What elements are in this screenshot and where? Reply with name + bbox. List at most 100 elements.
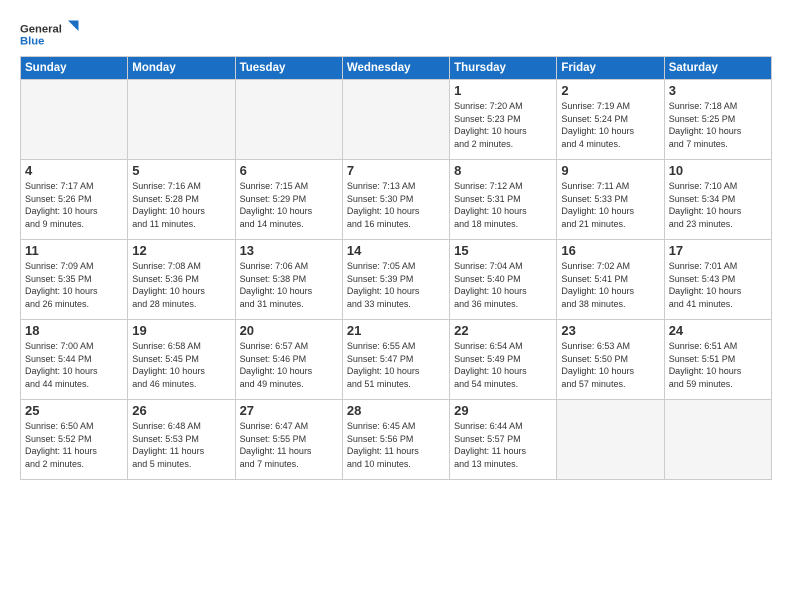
- calendar-cell: 24 Sunrise: 6:51 AM Sunset: 5:51 PM Dayli…: [664, 320, 771, 400]
- calendar-cell: 10Sunrise: 7:10 AM Sunset: 5:34 PM Dayli…: [664, 160, 771, 240]
- day-info: Sunrise: 7:05 AM Sunset: 5:39 PM Dayligh…: [347, 260, 445, 310]
- logo: General Blue: [20, 16, 80, 52]
- day-info: Sunrise: 7:11 AM Sunset: 5:33 PM Dayligh…: [561, 180, 659, 230]
- calendar-cell: 26 Sunrise: 6:48 AM Sunset: 5:53 PM Dayli…: [128, 400, 235, 480]
- day-info: Sunrise: 6:50 AM Sunset: 5:52 PM Dayligh…: [25, 420, 123, 470]
- calendar-cell: 16 Sunrise: 7:02 AM Sunset: 5:41 PM Dayli…: [557, 240, 664, 320]
- calendar-cell: 2 Sunrise: 7:19 AM Sunset: 5:24 PM Daylig…: [557, 80, 664, 160]
- day-info: Sunrise: 6:58 AM Sunset: 5:45 PM Dayligh…: [132, 340, 230, 390]
- day-number: 27: [240, 403, 338, 418]
- day-number: 15: [454, 243, 552, 258]
- day-number: 18: [25, 323, 123, 338]
- calendar-cell: 6 Sunrise: 7:15 AM Sunset: 5:29 PM Daylig…: [235, 160, 342, 240]
- day-info: Sunrise: 7:08 AM Sunset: 5:36 PM Dayligh…: [132, 260, 230, 310]
- day-number: 23: [561, 323, 659, 338]
- calendar-week-row: 11 Sunrise: 7:09 AM Sunset: 5:35 PM Dayli…: [21, 240, 772, 320]
- calendar-cell: [342, 80, 449, 160]
- day-number: 17: [669, 243, 767, 258]
- day-number: 13: [240, 243, 338, 258]
- calendar-day-header: Sunday: [21, 57, 128, 80]
- day-info: Sunrise: 7:12 AM Sunset: 5:31 PM Dayligh…: [454, 180, 552, 230]
- calendar-day-header: Wednesday: [342, 57, 449, 80]
- day-info: Sunrise: 6:53 AM Sunset: 5:50 PM Dayligh…: [561, 340, 659, 390]
- calendar-cell: 7Sunrise: 7:13 AM Sunset: 5:30 PM Daylig…: [342, 160, 449, 240]
- day-info: Sunrise: 7:15 AM Sunset: 5:29 PM Dayligh…: [240, 180, 338, 230]
- calendar-cell: 11 Sunrise: 7:09 AM Sunset: 5:35 PM Dayli…: [21, 240, 128, 320]
- day-number: 26: [132, 403, 230, 418]
- day-number: 20: [240, 323, 338, 338]
- calendar-cell: 21 Sunrise: 6:55 AM Sunset: 5:47 PM Dayli…: [342, 320, 449, 400]
- svg-text:General: General: [20, 24, 62, 36]
- day-number: 24: [669, 323, 767, 338]
- calendar-cell: 9Sunrise: 7:11 AM Sunset: 5:33 PM Daylig…: [557, 160, 664, 240]
- day-info: Sunrise: 7:20 AM Sunset: 5:23 PM Dayligh…: [454, 100, 552, 150]
- calendar-cell: 19 Sunrise: 6:58 AM Sunset: 5:45 PM Dayli…: [128, 320, 235, 400]
- calendar: SundayMondayTuesdayWednesdayThursdayFrid…: [20, 56, 772, 480]
- calendar-header-row: SundayMondayTuesdayWednesdayThursdayFrid…: [21, 57, 772, 80]
- day-number: 8: [454, 163, 552, 178]
- day-number: 5: [132, 163, 230, 178]
- calendar-cell: 13 Sunrise: 7:06 AM Sunset: 5:38 PM Dayli…: [235, 240, 342, 320]
- calendar-day-header: Tuesday: [235, 57, 342, 80]
- day-number: 3: [669, 83, 767, 98]
- calendar-day-header: Thursday: [450, 57, 557, 80]
- day-info: Sunrise: 6:45 AM Sunset: 5:56 PM Dayligh…: [347, 420, 445, 470]
- calendar-week-row: 25Sunrise: 6:50 AM Sunset: 5:52 PM Dayli…: [21, 400, 772, 480]
- day-info: Sunrise: 6:44 AM Sunset: 5:57 PM Dayligh…: [454, 420, 552, 470]
- day-info: Sunrise: 7:16 AM Sunset: 5:28 PM Dayligh…: [132, 180, 230, 230]
- day-info: Sunrise: 7:18 AM Sunset: 5:25 PM Dayligh…: [669, 100, 767, 150]
- day-number: 1: [454, 83, 552, 98]
- calendar-cell: 15 Sunrise: 7:04 AM Sunset: 5:40 PM Dayli…: [450, 240, 557, 320]
- day-number: 28: [347, 403, 445, 418]
- calendar-week-row: 1 Sunrise: 7:20 AM Sunset: 5:23 PM Daylig…: [21, 80, 772, 160]
- day-info: Sunrise: 7:06 AM Sunset: 5:38 PM Dayligh…: [240, 260, 338, 310]
- day-info: Sunrise: 6:48 AM Sunset: 5:53 PM Dayligh…: [132, 420, 230, 470]
- day-number: 10: [669, 163, 767, 178]
- calendar-cell: 18Sunrise: 7:00 AM Sunset: 5:44 PM Dayli…: [21, 320, 128, 400]
- calendar-week-row: 18Sunrise: 7:00 AM Sunset: 5:44 PM Dayli…: [21, 320, 772, 400]
- day-info: Sunrise: 7:04 AM Sunset: 5:40 PM Dayligh…: [454, 260, 552, 310]
- day-info: Sunrise: 6:51 AM Sunset: 5:51 PM Dayligh…: [669, 340, 767, 390]
- calendar-day-header: Friday: [557, 57, 664, 80]
- day-number: 6: [240, 163, 338, 178]
- day-info: Sunrise: 6:57 AM Sunset: 5:46 PM Dayligh…: [240, 340, 338, 390]
- calendar-cell: [557, 400, 664, 480]
- calendar-cell: 12 Sunrise: 7:08 AM Sunset: 5:36 PM Dayli…: [128, 240, 235, 320]
- calendar-cell: [21, 80, 128, 160]
- header: General Blue: [20, 16, 772, 52]
- calendar-cell: [235, 80, 342, 160]
- day-info: Sunrise: 7:09 AM Sunset: 5:35 PM Dayligh…: [25, 260, 123, 310]
- page: General Blue SundayMondayTuesdayWednesda…: [0, 0, 792, 490]
- day-number: 22: [454, 323, 552, 338]
- day-number: 19: [132, 323, 230, 338]
- calendar-cell: [128, 80, 235, 160]
- day-info: Sunrise: 6:55 AM Sunset: 5:47 PM Dayligh…: [347, 340, 445, 390]
- day-number: 2: [561, 83, 659, 98]
- calendar-cell: 8 Sunrise: 7:12 AM Sunset: 5:31 PM Daylig…: [450, 160, 557, 240]
- calendar-cell: 17 Sunrise: 7:01 AM Sunset: 5:43 PM Dayli…: [664, 240, 771, 320]
- calendar-day-header: Saturday: [664, 57, 771, 80]
- day-number: 16: [561, 243, 659, 258]
- calendar-cell: 20 Sunrise: 6:57 AM Sunset: 5:46 PM Dayli…: [235, 320, 342, 400]
- calendar-cell: 25Sunrise: 6:50 AM Sunset: 5:52 PM Dayli…: [21, 400, 128, 480]
- day-number: 12: [132, 243, 230, 258]
- calendar-day-header: Monday: [128, 57, 235, 80]
- day-info: Sunrise: 7:01 AM Sunset: 5:43 PM Dayligh…: [669, 260, 767, 310]
- day-number: 21: [347, 323, 445, 338]
- calendar-cell: [664, 400, 771, 480]
- calendar-cell: 3 Sunrise: 7:18 AM Sunset: 5:25 PM Daylig…: [664, 80, 771, 160]
- calendar-cell: 14 Sunrise: 7:05 AM Sunset: 5:39 PM Dayli…: [342, 240, 449, 320]
- day-number: 14: [347, 243, 445, 258]
- calendar-cell: 4Sunrise: 7:17 AM Sunset: 5:26 PM Daylig…: [21, 160, 128, 240]
- day-info: Sunrise: 7:02 AM Sunset: 5:41 PM Dayligh…: [561, 260, 659, 310]
- calendar-cell: 23 Sunrise: 6:53 AM Sunset: 5:50 PM Dayli…: [557, 320, 664, 400]
- day-number: 29: [454, 403, 552, 418]
- day-number: 11: [25, 243, 123, 258]
- calendar-cell: 5 Sunrise: 7:16 AM Sunset: 5:28 PM Daylig…: [128, 160, 235, 240]
- day-info: Sunrise: 6:54 AM Sunset: 5:49 PM Dayligh…: [454, 340, 552, 390]
- day-info: Sunrise: 7:17 AM Sunset: 5:26 PM Dayligh…: [25, 180, 123, 230]
- calendar-cell: 22 Sunrise: 6:54 AM Sunset: 5:49 PM Dayli…: [450, 320, 557, 400]
- svg-text:Blue: Blue: [20, 36, 44, 48]
- day-info: Sunrise: 7:19 AM Sunset: 5:24 PM Dayligh…: [561, 100, 659, 150]
- day-number: 7: [347, 163, 445, 178]
